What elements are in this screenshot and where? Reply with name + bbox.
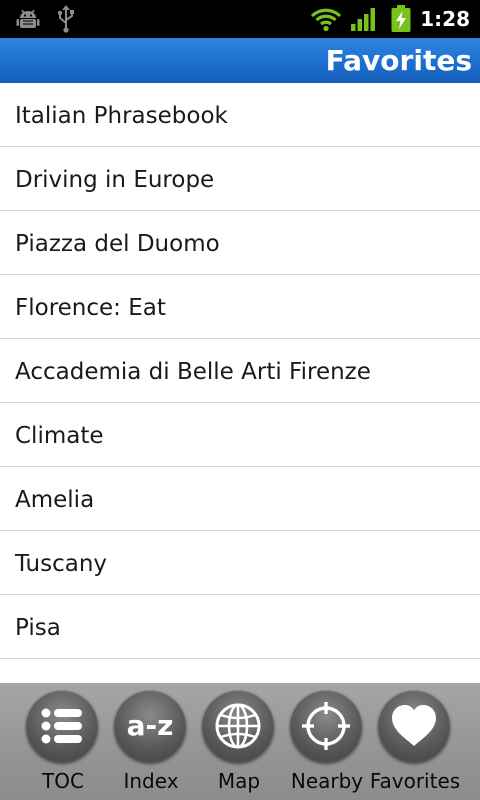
title-bar: Favorites <box>0 38 480 83</box>
nearby-button-circle[interactable] <box>290 690 362 762</box>
toc-button-circle[interactable] <box>26 690 98 762</box>
toc-button[interactable]: TOC <box>18 683 108 800</box>
list-item-label: Piazza del Duomo <box>15 231 220 257</box>
favorites-list: Italian Phrasebook Driving in Europe Pia… <box>0 83 480 683</box>
nearby-button[interactable]: Nearby <box>282 683 372 800</box>
page-title: Favorites <box>325 44 472 77</box>
index-button-circle[interactable]: a-z <box>114 690 186 762</box>
favorites-button[interactable]: Favorites <box>370 683 460 800</box>
list-item[interactable]: Accademia di Belle Arti Firenze <box>0 339 480 403</box>
list-item[interactable]: Tuscany <box>0 531 480 595</box>
android-debug-icon <box>15 6 41 36</box>
list-item-label: Driving in Europe <box>15 167 215 193</box>
wifi-icon <box>310 6 342 36</box>
list-item-label: Italian Phrasebook <box>15 103 228 129</box>
list-item-label: Amelia <box>15 487 95 513</box>
favorites-button-circle[interactable] <box>378 690 450 762</box>
list-item-label: Florence: Eat <box>15 295 166 321</box>
favorites-button-label: Favorites <box>369 769 461 793</box>
map-button-circle[interactable] <box>202 690 274 762</box>
globe-icon <box>215 703 261 749</box>
list-item[interactable]: Amelia <box>0 467 480 531</box>
status-time: 1:28 <box>420 7 470 31</box>
status-bar: 1:28 <box>0 0 480 38</box>
battery-charging-icon <box>390 5 412 37</box>
index-button[interactable]: a-z Index <box>106 683 196 800</box>
bottom-toolbar: TOC a-z Index Map Nearby Favorites <box>0 683 480 800</box>
list-item[interactable] <box>0 659 480 683</box>
list-item[interactable]: Climate <box>0 403 480 467</box>
list-item-label: Pisa <box>15 615 61 641</box>
list-item[interactable]: Pisa <box>0 595 480 659</box>
usb-icon <box>55 5 77 37</box>
list-item-label: Accademia di Belle Arti Firenze <box>15 359 371 385</box>
list-icon <box>41 708 82 744</box>
list-item[interactable]: Driving in Europe <box>0 147 480 211</box>
heart-icon <box>392 705 436 746</box>
crosshair-icon <box>302 702 350 750</box>
a-z-icon: a-z <box>127 709 174 742</box>
a-z-icon-text: a-z <box>127 709 174 742</box>
list-item[interactable]: Italian Phrasebook <box>0 83 480 147</box>
map-button[interactable]: Map <box>194 683 284 800</box>
list-item-label: Climate <box>15 423 104 449</box>
list-item[interactable]: Piazza del Duomo <box>0 211 480 275</box>
list-item[interactable]: Florence: Eat <box>0 275 480 339</box>
signal-icon <box>350 6 378 36</box>
list-item-label: Tuscany <box>15 551 108 577</box>
